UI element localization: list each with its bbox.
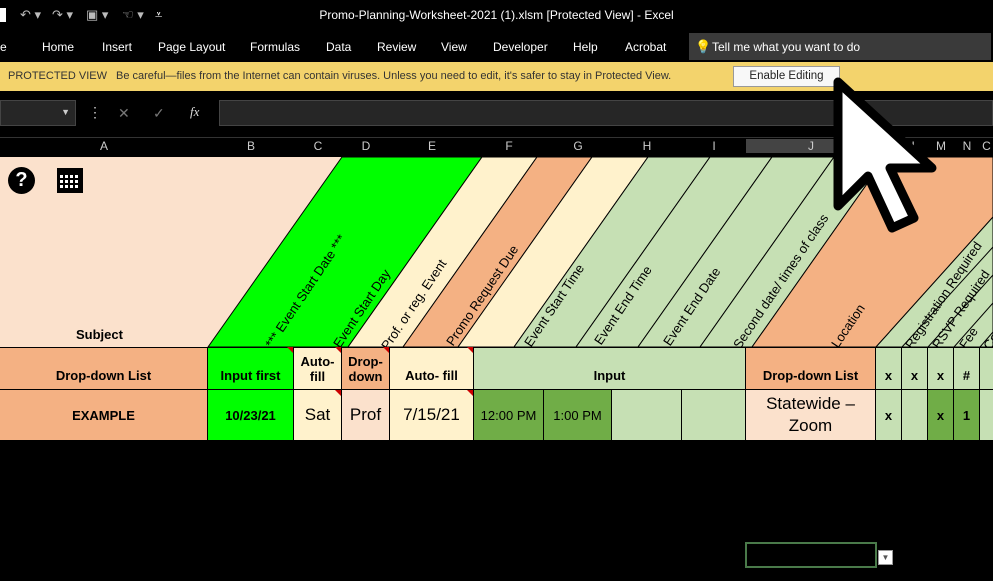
more-options-icon[interactable]: ⋮ (88, 104, 102, 121)
cell-l2[interactable]: x (902, 347, 928, 390)
col-header-h[interactable]: H (612, 139, 682, 153)
lightbulb-icon: 💡 (695, 39, 712, 54)
selected-cell[interactable] (745, 542, 877, 568)
comment-indicator[interactable] (335, 347, 341, 353)
cell-c3[interactable]: Sat (294, 390, 342, 441)
cell-d2[interactable]: Drop-down (342, 347, 390, 390)
col-header-c[interactable]: C (294, 139, 342, 153)
cell-k3[interactable]: x (876, 390, 902, 441)
cell-j2[interactable]: Drop-down List (746, 347, 876, 390)
cell-b3[interactable]: 10/23/21 (208, 390, 294, 441)
comment-indicator[interactable] (467, 390, 473, 396)
cell-d3[interactable]: Prof (342, 390, 390, 441)
header-subject: Subject (76, 327, 123, 342)
tell-me-label: Tell me what you want to do (712, 40, 861, 54)
enable-editing-button[interactable]: Enable Editing (733, 66, 840, 87)
col-header-b[interactable]: B (208, 139, 294, 153)
col-header-i[interactable]: I (682, 139, 746, 153)
col-header-n[interactable]: N (954, 139, 980, 153)
col-header-g[interactable]: G (544, 139, 612, 153)
col-header-f[interactable]: F (474, 139, 544, 153)
cell-k2[interactable]: x (876, 347, 902, 390)
tell-me-search[interactable]: 💡 Tell me what you want to do (689, 33, 991, 60)
cell-m3[interactable]: x (928, 390, 954, 441)
protected-view-label: PROTECTED VIEW (8, 70, 108, 82)
tab-developer[interactable]: Developer (493, 40, 548, 54)
tab-help[interactable]: Help (573, 40, 598, 54)
tab-acrobat[interactable]: Acrobat (625, 40, 666, 54)
cell-c2[interactable]: Auto-fill (294, 347, 342, 390)
cell-m2[interactable]: x (928, 347, 954, 390)
comment-indicator[interactable] (287, 347, 293, 353)
cell-b2[interactable]: Input first (208, 347, 294, 390)
cell-a3[interactable]: EXAMPLE (0, 390, 208, 441)
col-header-d[interactable]: D (342, 139, 390, 153)
chevron-down-icon[interactable]: ▼ (61, 107, 70, 117)
name-box[interactable]: ▼ (0, 100, 76, 126)
cell-input-merged[interactable]: Input (474, 347, 746, 390)
window-title: Promo-Planning-Worksheet-2021 (1).xlsm [… (319, 8, 674, 22)
comment-indicator[interactable] (383, 347, 389, 353)
tab-insert[interactable]: Insert (102, 40, 132, 54)
tab-home[interactable]: Home (42, 40, 74, 54)
dropdown-arrow-button[interactable]: ▼ (878, 550, 893, 565)
tab-formulas[interactable]: Formulas (250, 40, 300, 54)
protected-view-message: Be careful—files from the Internet can c… (116, 70, 672, 82)
comment-indicator[interactable] (467, 347, 473, 353)
calendar-icon[interactable] (56, 166, 84, 194)
mouse-cursor-icon (833, 77, 937, 233)
tab-file[interactable]: e (0, 40, 7, 54)
insert-function-icon[interactable]: fx (190, 104, 199, 120)
cell-o3[interactable] (980, 390, 993, 441)
cell-a2[interactable]: Drop-down List (0, 347, 208, 390)
enter-icon[interactable]: ✓ (153, 105, 165, 122)
cell-f3[interactable]: 12:00 PM (474, 390, 544, 441)
cell-l3[interactable] (902, 390, 928, 441)
cancel-icon[interactable]: ✕ (118, 105, 130, 122)
col-header-o[interactable]: C (980, 139, 993, 153)
cell-g3[interactable]: 1:00 PM (544, 390, 612, 441)
cell-i3[interactable] (682, 390, 746, 441)
cell-h3[interactable] (612, 390, 682, 441)
col-header-a[interactable]: A (0, 139, 208, 153)
tab-view[interactable]: View (441, 40, 467, 54)
comment-indicator[interactable] (335, 390, 341, 396)
title-bar: ↶ ▾ ↷ ▾ ▣ ▾ ☜ ▾ ⩡ Promo-Planning-Workshe… (0, 0, 993, 32)
cell-o2[interactable] (980, 347, 993, 390)
cell-e3[interactable]: 7/15/21 (390, 390, 474, 441)
tab-page-layout[interactable]: Page Layout (158, 40, 225, 54)
tab-review[interactable]: Review (377, 40, 416, 54)
cell-n3[interactable]: 1 (954, 390, 980, 441)
help-icon[interactable]: ? (8, 167, 35, 194)
tab-data[interactable]: Data (326, 40, 351, 54)
cell-n2[interactable]: # (954, 347, 980, 390)
cell-e2[interactable]: Auto- fill (390, 347, 474, 390)
cell-j3[interactable]: Statewide – Zoom (746, 390, 876, 441)
col-header-e[interactable]: E (390, 139, 474, 153)
